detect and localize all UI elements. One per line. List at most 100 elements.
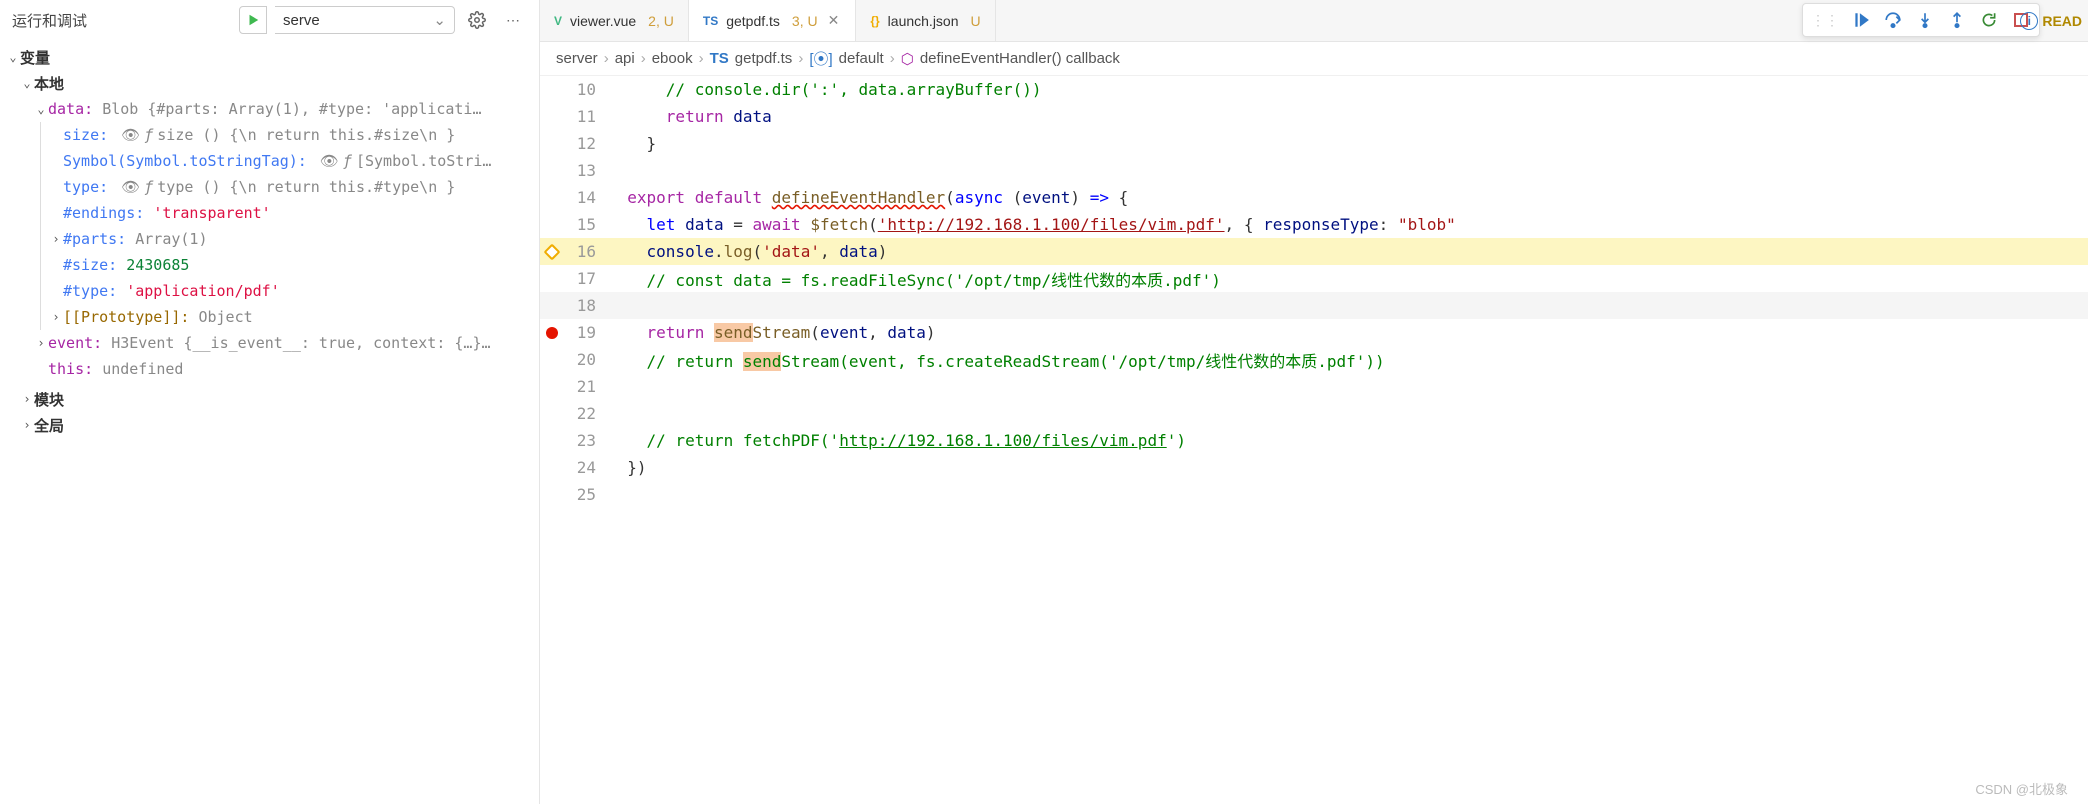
line-number: 24 [564, 458, 608, 477]
continue-button[interactable] [1847, 6, 1875, 34]
code-content [608, 377, 627, 396]
var-type[interactable]: type: 👁 ƒ type () {\n return this.#type\… [40, 174, 539, 200]
var-this[interactable]: this: undefined [0, 356, 539, 382]
crumb-item[interactable]: getpdf.ts [735, 50, 793, 67]
start-debug-button[interactable] [239, 6, 267, 34]
tab-label: viewer.vue [570, 13, 636, 29]
section-global[interactable]: › 全局 [0, 412, 539, 438]
code-line[interactable]: 22 [540, 400, 2088, 427]
function-icon: ƒ [343, 152, 352, 170]
current-frame-icon [544, 243, 561, 260]
function-icon: ƒ [144, 178, 153, 196]
code-content: // console.dir(':', data.arrayBuffer()) [608, 80, 1041, 99]
section-modules[interactable]: › 模块 [0, 386, 539, 412]
line-number: 16 [564, 242, 608, 261]
eye-icon[interactable]: 👁 [320, 152, 339, 170]
code-line[interactable]: 12 } [540, 130, 2088, 157]
line-number: 10 [564, 80, 608, 99]
drag-handle-icon[interactable]: ⋮⋮ [1807, 12, 1843, 29]
tab-getpdf-ts[interactable]: TSgetpdf.ts3, U✕ [689, 0, 856, 41]
debug-config-value: serve [283, 12, 320, 29]
code-line[interactable]: 23 // return fetchPDF('http://192.168.1.… [540, 427, 2088, 454]
step-over-button[interactable] [1879, 6, 1907, 34]
variables-tree: ⌄ 变量 ⌄ 本地 ⌄ data: Blob {#parts: Array(1)… [0, 40, 539, 804]
debug-title: 运行和调试 [12, 10, 87, 31]
var-endings[interactable]: #endings: 'transparent' [40, 200, 539, 226]
line-number: 12 [564, 134, 608, 153]
var-parts[interactable]: › #parts: Array(1) [40, 226, 539, 252]
crumb-item[interactable]: ebook [652, 50, 693, 67]
code-line[interactable]: 11 return data [540, 103, 2088, 130]
var-prototype[interactable]: › [[Prototype]]: Object [40, 304, 539, 330]
more-icon[interactable]: ⋯ [499, 6, 527, 34]
code-content: } [608, 134, 656, 153]
debug-toolbar[interactable]: ⋮⋮ [1802, 3, 2040, 37]
code-content: }) [608, 458, 647, 477]
code-content: // return fetchPDF('http://192.168.1.100… [608, 431, 1186, 450]
tab-launch-json[interactable]: {}launch.jsonU [856, 0, 995, 41]
code-content: return sendStream(event, data) [608, 323, 936, 342]
section-local[interactable]: ⌄ 本地 [0, 70, 539, 96]
line-number: 21 [564, 377, 608, 396]
line-number: 23 [564, 431, 608, 450]
code-content [608, 404, 627, 423]
var-size-private[interactable]: #size: 2430685 [40, 252, 539, 278]
step-out-button[interactable] [1943, 6, 1971, 34]
code-content: // const data = fs.readFileSync('/opt/tm… [608, 267, 1221, 291]
crumb-item[interactable]: default [839, 50, 884, 67]
line-number: 25 [564, 485, 608, 504]
code-line[interactable]: 13 [540, 157, 2088, 184]
code-content: export default defineEventHandler(async … [608, 188, 1128, 207]
step-into-button[interactable] [1911, 6, 1939, 34]
crumb-item[interactable]: defineEventHandler() callback [920, 50, 1120, 67]
code-line[interactable]: 21 [540, 373, 2088, 400]
code-line[interactable]: 10 // console.dir(':', data.arrayBuffer(… [540, 76, 2088, 103]
code-line[interactable]: 20 // return sendStream(event, fs.create… [540, 346, 2088, 373]
var-type-private[interactable]: #type: 'application/pdf' [40, 278, 539, 304]
breakpoint-icon[interactable] [546, 327, 558, 339]
crumb-item[interactable]: api [615, 50, 635, 67]
var-data[interactable]: ⌄ data: Blob {#parts: Array(1), #type: '… [0, 96, 539, 122]
var-size[interactable]: size: 👁 ƒ size () {\n return this.#size\… [40, 122, 539, 148]
line-number: 13 [564, 161, 608, 180]
code-line[interactable]: 19 return sendStream(event, data) [540, 319, 2088, 346]
code-line[interactable]: 25 [540, 481, 2088, 508]
function-icon: ƒ [144, 126, 153, 144]
crumb-item[interactable]: server [556, 50, 598, 67]
editor-tabs: Vviewer.vue2, UTSgetpdf.ts3, U✕{}launch.… [540, 0, 2088, 42]
code-line[interactable]: 14 export default defineEventHandler(asy… [540, 184, 2088, 211]
gear-icon[interactable] [463, 6, 491, 34]
code-line[interactable]: 15 let data = await $fetch('http://192.1… [540, 211, 2088, 238]
code-line[interactable]: 16 console.log('data', data) [540, 238, 2088, 265]
git-status: 3, U [792, 13, 818, 29]
line-number: 22 [564, 404, 608, 423]
line-number: 15 [564, 215, 608, 234]
tab-label: launch.json [888, 13, 959, 29]
var-symbol-tag[interactable]: Symbol(Symbol.toStringTag): 👁 ƒ [Symbol.… [40, 148, 539, 174]
restart-button[interactable] [1975, 6, 2003, 34]
file-type-icon: {} [870, 14, 879, 28]
chevron-right-icon: › [34, 336, 48, 350]
close-icon[interactable]: ✕ [826, 12, 842, 29]
code-editor[interactable]: 10 // console.dir(':', data.arrayBuffer(… [540, 76, 2088, 804]
code-line[interactable]: 18 [540, 292, 2088, 319]
symbol-module-icon: [⦿] [809, 48, 832, 69]
eye-icon[interactable]: 👁 [121, 178, 140, 196]
chevron-right-icon: › [20, 418, 34, 432]
eye-icon[interactable]: 👁 [121, 126, 140, 144]
chevron-down-icon: ⌄ [6, 50, 20, 64]
code-content: // return sendStream(event, fs.createRea… [608, 348, 1385, 372]
tab-viewer-vue[interactable]: Vviewer.vue2, U [540, 0, 689, 41]
breadcrumb[interactable]: server› api› ebook› TS getpdf.ts› [⦿] de… [540, 42, 2088, 76]
readonly-indicator: i READ [2014, 0, 2088, 42]
code-line[interactable]: 17 // const data = fs.readFileSync('/opt… [540, 265, 2088, 292]
code-line[interactable]: 24 }) [540, 454, 2088, 481]
file-type-icon: V [554, 14, 562, 28]
var-event[interactable]: › event: H3Event {__is_event__: true, co… [0, 330, 539, 356]
code-content [608, 296, 627, 315]
debug-config-select[interactable]: serve ⌄ [275, 6, 455, 34]
line-number: 18 [564, 296, 608, 315]
file-type-icon: TS [703, 14, 718, 28]
code-content: let data = await $fetch('http://192.168.… [608, 215, 1456, 234]
section-variables[interactable]: ⌄ 变量 [0, 44, 539, 70]
